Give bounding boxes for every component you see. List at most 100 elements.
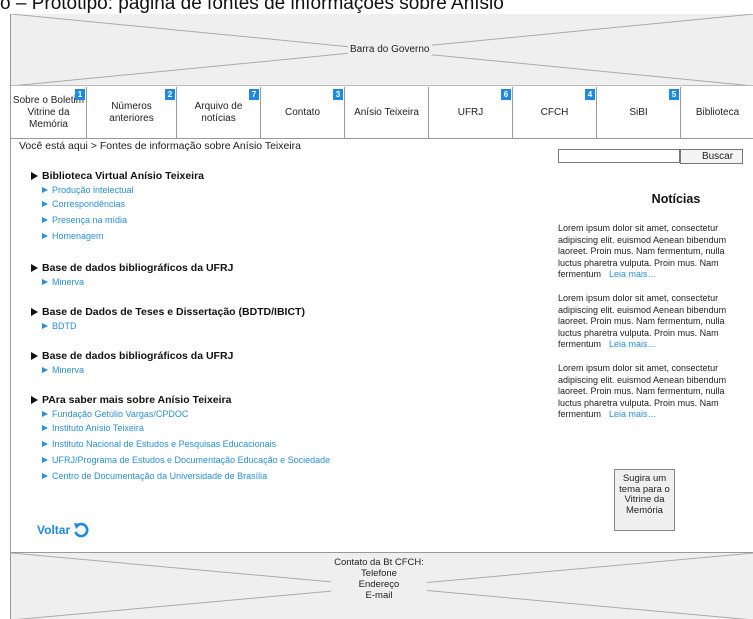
footer-line: Telefone bbox=[361, 568, 397, 579]
search-input[interactable] bbox=[558, 149, 680, 163]
link-text: Instituto Nacional de Estudos e Pesquisa… bbox=[52, 439, 277, 449]
main-content: Biblioteca Virtual Anísio Teixeira Produ… bbox=[31, 169, 531, 501]
triangle-right-icon bbox=[31, 264, 38, 272]
nav-item-label: Números anteriores bbox=[109, 101, 154, 124]
triangle-right-icon bbox=[42, 366, 48, 373]
nav-item-label: SiBI bbox=[629, 107, 648, 118]
triangle-right-icon bbox=[42, 425, 48, 431]
link-text: Centro de Documentação da Universidade d… bbox=[52, 471, 268, 481]
suggest-theme-button[interactable]: Sugira um tema para o Vitrine da Memória bbox=[614, 469, 675, 531]
nav-badge: 6 bbox=[501, 89, 511, 100]
link-instituto-anisio-teixeira[interactable]: Instituto Anísio Teixeira bbox=[42, 420, 531, 436]
triangle-right-icon bbox=[31, 352, 38, 360]
nav-item-label: Biblioteca bbox=[695, 107, 740, 118]
footer-contact: Contato da Bt CFCH: Telefone Endereço E-… bbox=[331, 557, 427, 601]
government-bar-label: Barra do Governo bbox=[348, 44, 432, 55]
news-item: Lorem ipsum dolor sit amet, consectetur … bbox=[558, 363, 750, 421]
section-title-text: Base de dados bibliográficos da UFRJ bbox=[42, 262, 234, 274]
section-base-ufrj: Base de dados bibliográficos da UFRJ Min… bbox=[31, 261, 531, 288]
undo-arrow-icon bbox=[74, 522, 89, 538]
nav-item-sobre[interactable]: Sobre o Boletim Vitrine da Memória 1 bbox=[11, 87, 87, 139]
section-title: Biblioteca Virtual Anísio Teixeira bbox=[31, 169, 531, 183]
news-title: Notícias bbox=[651, 192, 701, 206]
link-text: Correspondências bbox=[52, 199, 126, 209]
page-caption: o – Protótipo: página de fontes de infor… bbox=[0, 0, 504, 14]
nav-item-label: Sobre o Boletim Vitrine da Memória bbox=[12, 95, 85, 130]
link-presenca-midia[interactable]: Presença na mídia bbox=[42, 212, 531, 228]
nav-item-numeros-anteriores[interactable]: Números anteriores 2 bbox=[87, 87, 177, 139]
wireframe-page: Barra do Governo Sobre o Boletim Vitrine… bbox=[10, 14, 753, 619]
news-item: Lorem ipsum dolor sit amet, consectetur … bbox=[558, 293, 750, 351]
main-nav: Sobre o Boletim Vitrine da Memória 1 Núm… bbox=[11, 87, 753, 139]
nav-item-label: UFRJ bbox=[457, 107, 484, 118]
nav-item-label: Contato bbox=[284, 107, 321, 118]
section-title: Base de dados bibliográficos da UFRJ bbox=[31, 261, 531, 275]
nav-badge: 7 bbox=[249, 89, 259, 100]
link-cedoc-unb[interactable]: Centro de Documentação da Universidade d… bbox=[42, 468, 531, 484]
nav-item-contato[interactable]: Contato 3 bbox=[261, 87, 345, 139]
section-title-text: Base de dados bibliográficos da UFRJ bbox=[42, 350, 234, 362]
link-bdtd[interactable]: BDTD bbox=[42, 319, 531, 332]
triangle-right-icon bbox=[31, 308, 38, 316]
triangle-right-icon bbox=[42, 186, 48, 193]
section-base-ufrj-2: Base de dados bibliográficos da UFRJ Min… bbox=[31, 349, 531, 376]
voltar-button[interactable]: Voltar bbox=[37, 522, 89, 538]
link-text: Instituto Anísio Teixeira bbox=[52, 423, 144, 433]
read-more-link[interactable]: Leia mais… bbox=[609, 269, 657, 279]
footer: Contato da Bt CFCH: Telefone Endereço E-… bbox=[11, 552, 753, 619]
nav-badge: 4 bbox=[585, 89, 595, 100]
section-title: PAra saber mais sobre Anísio Teixeira bbox=[31, 393, 531, 407]
nav-badge: 5 bbox=[669, 89, 679, 100]
link-text: Minerva bbox=[52, 364, 85, 375]
link-inep[interactable]: Instituto Nacional de Estudos e Pesquisa… bbox=[42, 436, 531, 452]
nav-item-arquivo-noticias[interactable]: Arquivo de notícias 7 bbox=[177, 87, 261, 139]
link-text: Produção intelectual bbox=[52, 184, 134, 195]
link-text: Fundação Getúlio Vargas/CPDOC bbox=[52, 408, 189, 419]
triangle-right-icon bbox=[42, 322, 48, 329]
footer-line: Endereço bbox=[358, 579, 400, 590]
section-biblioteca-virtual: Biblioteca Virtual Anísio Teixeira Produ… bbox=[31, 169, 531, 244]
nav-badge: 1 bbox=[75, 89, 85, 100]
section-bdtd: Base de Dados de Teses e Dissertação (BD… bbox=[31, 305, 531, 332]
search-button[interactable]: Buscar bbox=[680, 149, 743, 164]
section-saber-mais: PAra saber mais sobre Anísio Teixeira Fu… bbox=[31, 393, 531, 484]
section-title: Base de Dados de Teses e Dissertação (BD… bbox=[31, 305, 531, 319]
triangle-right-icon bbox=[42, 410, 48, 417]
nav-item-biblioteca[interactable]: Biblioteca bbox=[681, 87, 753, 139]
read-more-link[interactable]: Leia mais… bbox=[609, 409, 657, 419]
link-text: Minerva bbox=[52, 276, 85, 287]
triangle-right-icon bbox=[42, 457, 48, 463]
link-minerva[interactable]: Minerva bbox=[42, 275, 531, 288]
triangle-right-icon bbox=[42, 473, 48, 479]
nav-item-label: Arquivo de notícias bbox=[194, 101, 243, 124]
nav-badge: 2 bbox=[165, 89, 175, 100]
triangle-right-icon bbox=[42, 201, 48, 207]
nav-item-sibi[interactable]: SiBI 5 bbox=[597, 87, 681, 139]
link-text: BDTD bbox=[52, 320, 77, 331]
nav-item-label: CFCH bbox=[540, 107, 569, 118]
section-title-text: PAra saber mais sobre Anísio Teixeira bbox=[42, 394, 232, 406]
triangle-right-icon bbox=[42, 233, 48, 239]
link-minerva[interactable]: Minerva bbox=[42, 363, 531, 376]
link-text: UFRJ/Programa de Estudos e Documentação … bbox=[52, 455, 331, 465]
nav-badge: 3 bbox=[333, 89, 343, 100]
nav-item-cfch[interactable]: CFCH 4 bbox=[513, 87, 597, 139]
link-ufrj-proedes[interactable]: UFRJ/Programa de Estudos e Documentação … bbox=[42, 452, 531, 468]
news-item: Lorem ipsum dolor sit amet, consectetur … bbox=[558, 223, 750, 281]
footer-line: Contato da Bt CFCH: bbox=[334, 557, 424, 568]
government-bar: Barra do Governo bbox=[11, 14, 753, 86]
link-homenagem[interactable]: Homenagem bbox=[42, 228, 531, 244]
nav-item-ufrj[interactable]: UFRJ 6 bbox=[429, 87, 513, 139]
link-correspondencias[interactable]: Correspondências bbox=[42, 196, 531, 212]
triangle-right-icon bbox=[42, 441, 48, 447]
link-fgv-cpdoc[interactable]: Fundação Getúlio Vargas/CPDOC bbox=[42, 407, 531, 420]
nav-item-anisio-teixeira[interactable]: Anísio Teixeira bbox=[345, 87, 429, 139]
section-title-text: Base de Dados de Teses e Dissertação (BD… bbox=[42, 306, 305, 318]
triangle-right-icon bbox=[31, 172, 38, 180]
link-producao-intelectual[interactable]: Produção intelectual bbox=[42, 183, 531, 196]
link-text: Presença na mídia bbox=[52, 215, 128, 225]
read-more-link[interactable]: Leia mais… bbox=[609, 339, 657, 349]
section-title-text: Biblioteca Virtual Anísio Teixeira bbox=[42, 170, 205, 182]
triangle-right-icon bbox=[42, 278, 48, 285]
nav-item-label: Anísio Teixeira bbox=[354, 107, 419, 118]
